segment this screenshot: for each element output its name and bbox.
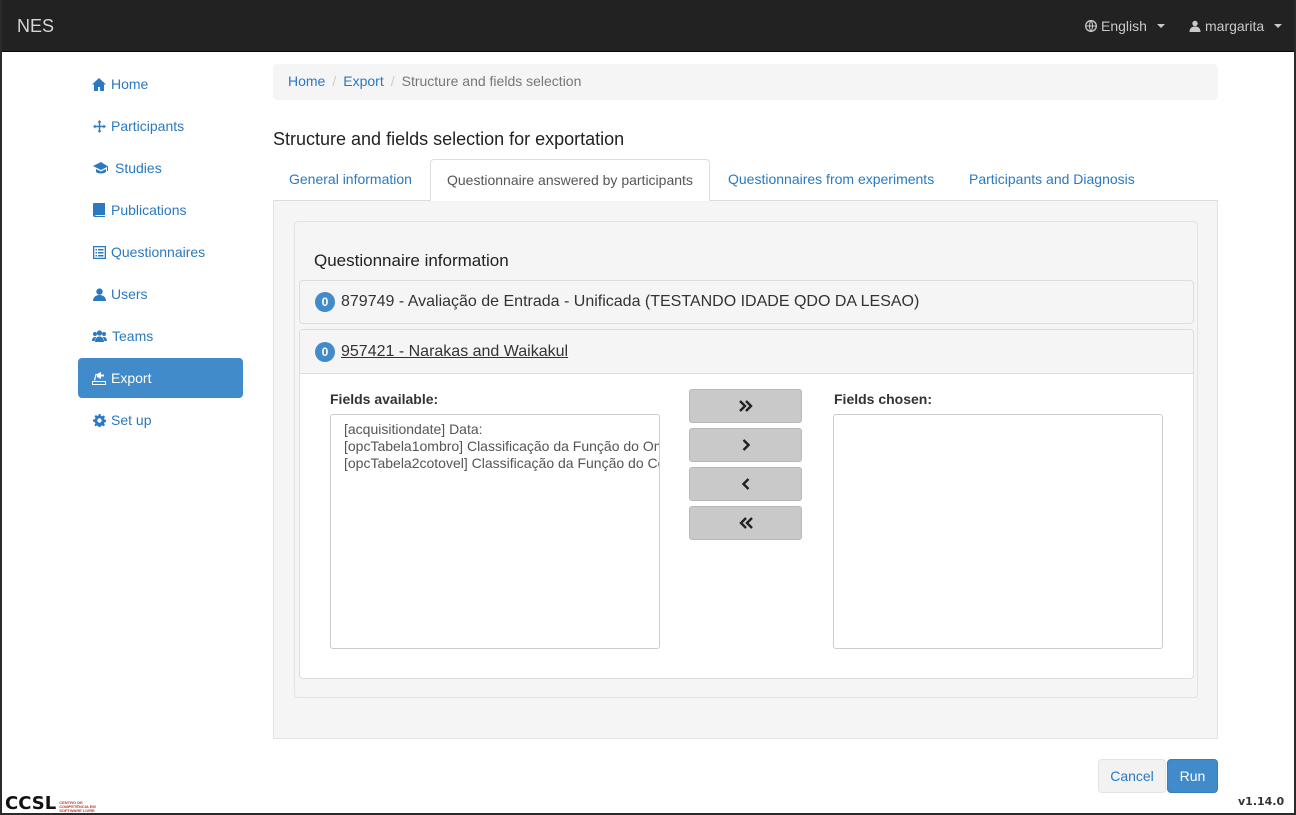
sidebar-item-participants[interactable]: Participants <box>78 106 243 146</box>
breadcrumb-home-link[interactable]: Home <box>288 73 325 89</box>
sidebar-item-export[interactable]: Export <box>78 358 243 398</box>
sidebar-item-users[interactable]: Users <box>78 274 243 314</box>
brand-logo[interactable]: NES <box>17 16 54 37</box>
sidebar-item-label: Questionnaires <box>111 244 206 260</box>
breadcrumb-separator: / <box>332 73 337 89</box>
sidebar-item-studies[interactable]: Studies <box>78 148 243 188</box>
chevron-down-icon <box>1156 24 1165 28</box>
move-right-button[interactable] <box>689 428 802 462</box>
fields-available-label: Fields available: <box>330 391 439 407</box>
questionnaire-well: Questionnaire information 0 879749 - Ava… <box>294 221 1198 698</box>
book-icon <box>92 203 106 217</box>
chevron-down-icon <box>1274 24 1283 28</box>
move-icon <box>92 119 106 133</box>
sidebar-item-home[interactable]: Home <box>78 64 243 104</box>
chevron-right-icon <box>742 439 750 451</box>
questionnaire-title: 879749 - Avaliação de Entrada - Unificad… <box>341 293 920 310</box>
run-button[interactable]: Run <box>1167 759 1218 793</box>
sidebar-item-publications[interactable]: Publications <box>78 190 243 230</box>
list-item[interactable]: [opcTabela2cotovel] Classificação da Fun… <box>344 455 659 472</box>
tab-participants-diagnosis[interactable]: Participants and Diagnosis <box>953 159 1151 201</box>
questionnaire-panel-header[interactable]: 0 879749 - Avaliação de Entrada - Unific… <box>299 280 1194 324</box>
tab-questionnaire-answered[interactable]: Questionnaire answered by participants <box>430 159 710 202</box>
breadcrumb-separator: / <box>390 73 395 89</box>
move-all-right-button[interactable] <box>689 389 802 423</box>
tab-general-information[interactable]: General information <box>273 159 428 201</box>
sidebar-item-teams[interactable]: Teams <box>78 316 243 356</box>
list-item[interactable]: [opcTabela1ombro] Classificação da Funçã… <box>344 438 659 455</box>
user-icon <box>1189 20 1201 32</box>
gear-icon <box>92 413 106 427</box>
sidebar-item-label: Participants <box>111 118 185 134</box>
sidebar-item-label: Export <box>111 370 152 386</box>
logo-subtitle: CENTRO DE COMPETÊNCIA EM SOFTWARE LIVRE <box>59 800 96 813</box>
globe-icon <box>1085 20 1097 32</box>
double-chevron-left-icon <box>738 517 753 529</box>
home-icon <box>92 77 106 91</box>
users-icon <box>92 329 107 343</box>
language-dropdown[interactable]: English <box>1085 18 1165 34</box>
sidebar-item-setup[interactable]: Set up <box>78 400 243 440</box>
move-all-left-button[interactable] <box>689 506 802 540</box>
list-item[interactable]: [acquisitiondate] Data: <box>344 421 646 438</box>
sidebar-item-label: Home <box>111 76 149 92</box>
questionnaire-panel-expanded: 0 957421 - Narakas and Waikakul Fields a… <box>299 329 1194 679</box>
page-title: Structure and fields selection for expor… <box>273 129 625 149</box>
graduation-cap-icon <box>92 161 110 175</box>
top-navbar: NES English margarita <box>0 0 1296 52</box>
list-icon <box>92 245 106 259</box>
questionnaire-panel-header[interactable]: 0 957421 - Narakas and Waikakul <box>300 330 1193 374</box>
sidebar-item-label: Studies <box>115 160 162 176</box>
breadcrumb-current: Structure and fields selection <box>401 73 582 89</box>
sidebar-item-label: Users <box>111 286 148 302</box>
cancel-button[interactable]: Cancel <box>1098 759 1166 793</box>
version-label: v1.14.0 <box>1238 795 1285 808</box>
user-label: margarita <box>1205 18 1265 34</box>
logo-text: CCSL <box>5 793 57 814</box>
questionnaire-title[interactable]: 957421 - Narakas and Waikakul <box>341 343 568 361</box>
user-dropdown[interactable]: margarita <box>1189 18 1283 34</box>
ccsl-logo: CCSL CENTRO DE COMPETÊNCIA EM SOFTWARE L… <box>5 795 99 813</box>
sidebar-item-label: Publications <box>111 202 187 218</box>
count-badge: 0 <box>315 292 335 312</box>
breadcrumb: Home / Export / Structure and fields selecti… <box>273 64 1218 100</box>
tab-bar: General information Questionnaire answer… <box>273 159 1218 202</box>
move-left-button[interactable] <box>689 467 802 501</box>
sidebar-item-label: Set up <box>111 412 152 428</box>
tab-questionnaires-experiments[interactable]: Questionnaires from experiments <box>712 159 950 201</box>
double-chevron-right-icon <box>738 400 753 412</box>
tab-content: Questionnaire information 0 879749 - Ava… <box>273 201 1218 739</box>
sidebar-item-label: Teams <box>112 328 154 344</box>
fields-available-listbox[interactable]: [acquisitiondate] Data: [opcTabela1ombro… <box>330 414 660 649</box>
user-icon <box>92 287 106 301</box>
language-label: English <box>1101 18 1147 34</box>
section-title: Questionnaire information <box>314 251 509 270</box>
sidebar-item-questionnaires[interactable]: Questionnaires <box>78 232 243 272</box>
fields-chosen-listbox[interactable] <box>833 414 1163 649</box>
count-badge: 0 <box>315 341 335 362</box>
fields-chosen-label: Fields chosen: <box>834 391 933 407</box>
chevron-left-icon <box>741 478 749 490</box>
breadcrumb-export-link[interactable]: Export <box>343 73 383 89</box>
export-icon <box>92 371 106 385</box>
